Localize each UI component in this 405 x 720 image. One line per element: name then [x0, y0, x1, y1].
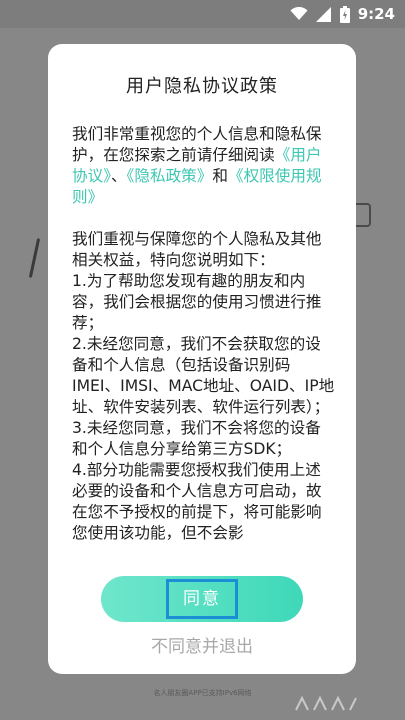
reject-exit-button[interactable]: 不同意并退出 — [48, 632, 356, 657]
list-item-4: 4.部分功能需要您授权我们使用上述必要的设备和个人信息方可启动，故在您不予授权的… — [72, 461, 322, 542]
dialog-title: 用户隐私协议政策 — [126, 76, 278, 97]
privacy-dialog: 用户隐私协议政策 我们非常重视您的个人信息和隐私保护，在您探索之前请仔细阅读《用… — [48, 44, 356, 674]
status-icons: 9:24 — [290, 4, 395, 24]
agree-button[interactable]: 同意 — [101, 576, 303, 622]
and-text: 和 — [212, 167, 228, 185]
wifi-icon — [290, 7, 308, 21]
status-bar: 9:24 — [0, 0, 405, 28]
status-time: 9:24 — [357, 5, 395, 23]
privacy-policy-link[interactable]: 《隐私政策》 — [127, 167, 213, 185]
list-item-2: 2.未经您同意，我们不会获取您的设备和个人信息（包括设备识别码IMEI、IMSI… — [72, 335, 335, 416]
dialog-body[interactable]: 我们非常重视您的个人信息和隐私保护，在您探索之前请仔细阅读《用户协议》、《隐私政… — [72, 124, 336, 594]
separator-text: 、 — [110, 167, 127, 185]
watermark-logo — [292, 694, 362, 714]
intro-paragraph: 我们非常重视您的个人信息和隐私保护，在您探索之前请仔细阅读《用户协议》、《隐私政… — [72, 124, 336, 208]
signal-icon — [315, 6, 332, 22]
battery-icon — [339, 5, 350, 23]
list-item-1: 1.为了帮助您发现有趣的朋友和内容，我们会根据您的使用习惯进行推荐； — [72, 272, 322, 332]
list-item-3: 3.未经您同意，我们不会将您的设备和个人信息分享给第三方SDK； — [72, 419, 321, 458]
agree-button-label: 同意 — [166, 579, 238, 619]
commitment-paragraph: 我们重视与保障您的个人隐私及其他相关权益，特向您说明如下： — [72, 230, 322, 269]
